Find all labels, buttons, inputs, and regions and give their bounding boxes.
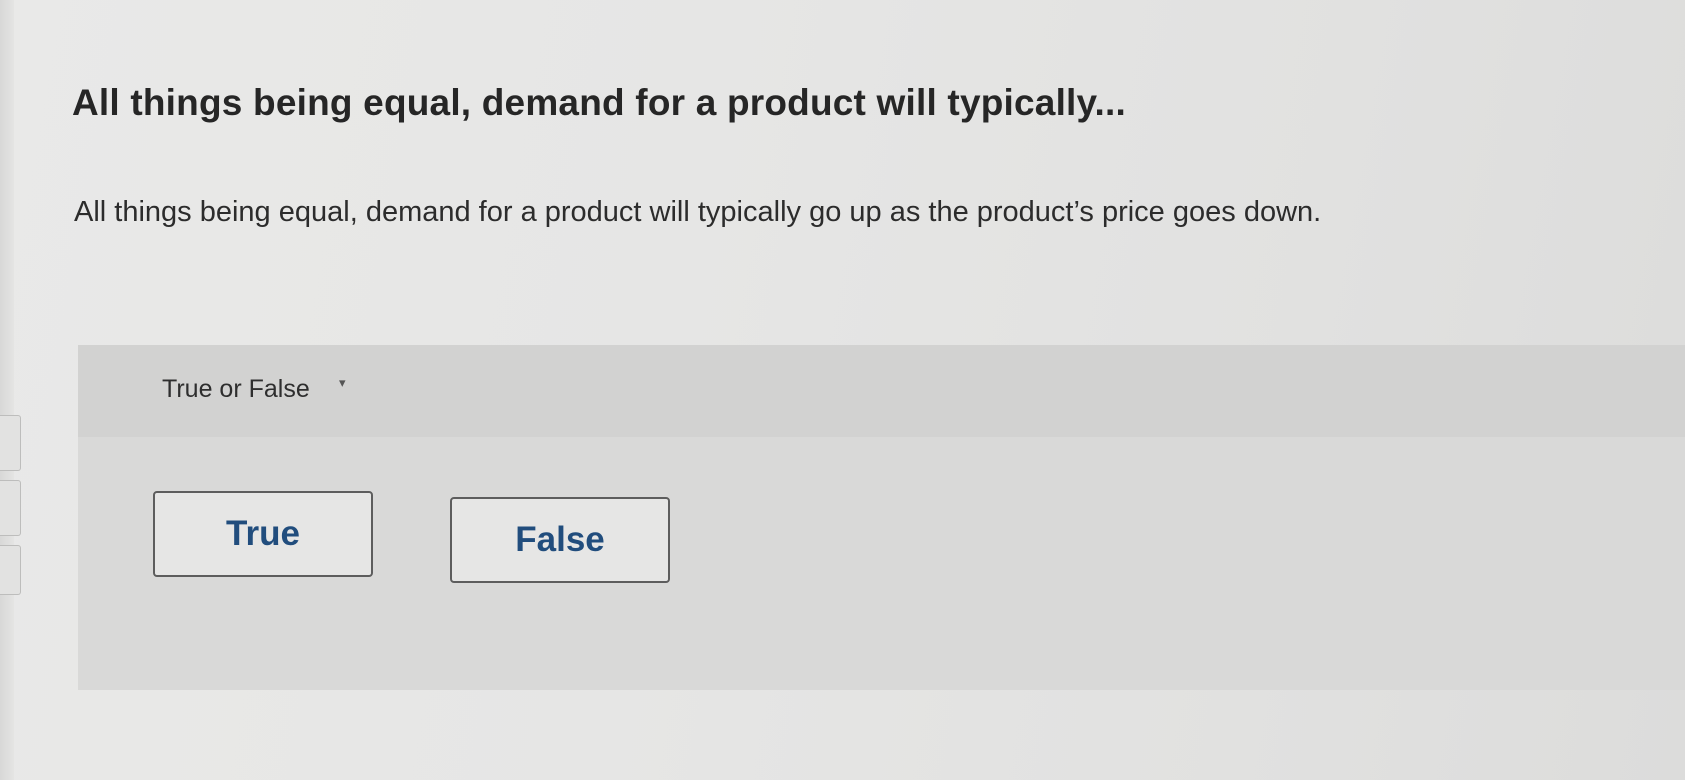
side-tab[interactable]	[0, 480, 21, 536]
question-type-label: True or False	[162, 375, 310, 403]
false-button[interactable]: False	[450, 497, 670, 583]
answer-panel: True or False ▾ True False	[78, 345, 1685, 690]
question-title: All things being equal, demand for a pro…	[72, 82, 1127, 123]
side-tab[interactable]	[0, 415, 21, 471]
true-button[interactable]: True	[153, 491, 373, 577]
answer-header: True or False ▾	[78, 345, 1685, 437]
left-edge	[0, 0, 14, 780]
side-tab[interactable]	[0, 545, 21, 595]
caret-down-icon: ▾	[339, 375, 346, 390]
question-body: All things being equal, demand for a pro…	[74, 196, 1322, 228]
